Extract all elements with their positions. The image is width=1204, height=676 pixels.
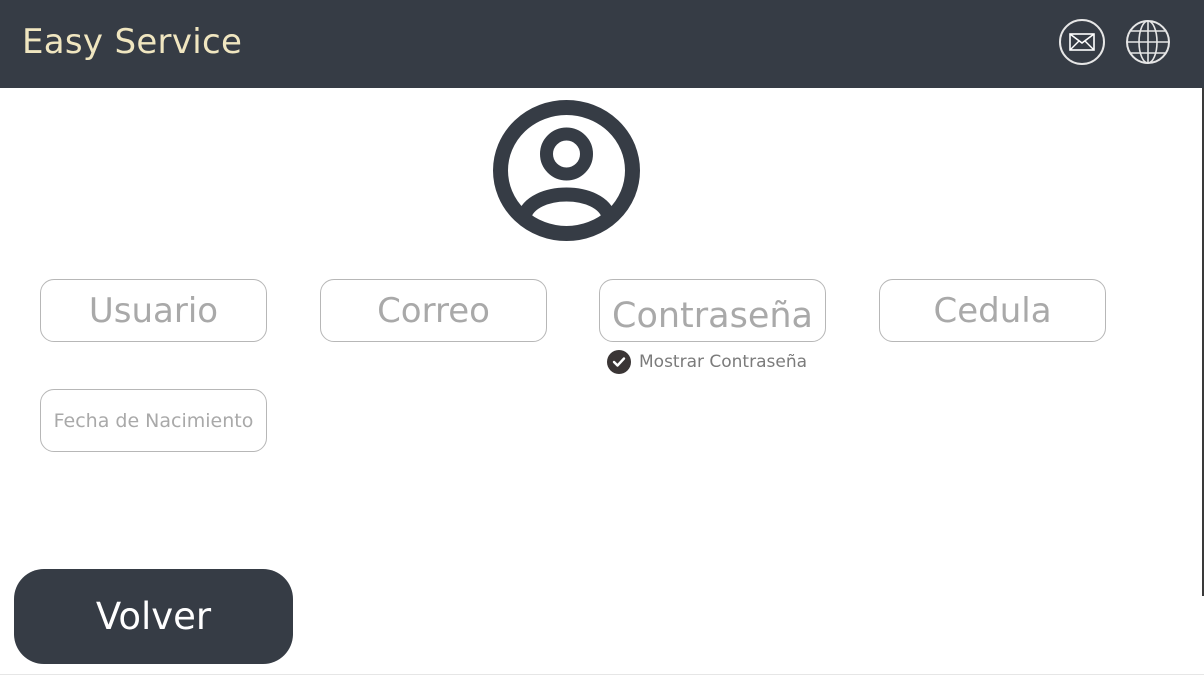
cedula-input[interactable]: Cedula [879,279,1106,342]
mail-icon [1069,33,1095,51]
usuario-placeholder: Usuario [88,290,219,331]
registration-screen: Easy Service Usuario Correo Contraseña C… [0,0,1204,676]
language-button[interactable] [1125,19,1171,65]
birthdate-input[interactable]: Fecha de Nacimiento [40,389,267,452]
globe-icon [1126,20,1170,64]
app-title: Easy Service [22,22,243,62]
user-avatar-icon [493,100,640,241]
show-password-label: Mostrar Contraseña [639,352,808,372]
header-bar: Easy Service [0,0,1204,88]
usuario-input[interactable]: Usuario [40,279,267,342]
password-input[interactable]: Contraseña [599,279,826,342]
cedula-placeholder: Cedula [933,290,1052,331]
birthdate-placeholder: Fecha de Nacimiento [53,409,254,432]
mail-button[interactable] [1059,19,1105,65]
check-circle-icon[interactable] [607,350,631,374]
back-button[interactable]: Volver [14,569,293,664]
show-password-toggle[interactable]: Mostrar Contraseña [607,350,807,374]
checkmark-icon [612,357,626,367]
correo-placeholder: Correo [377,290,490,331]
correo-input[interactable]: Correo [320,279,547,342]
password-placeholder: Contraseña [612,295,813,336]
bottom-divider [0,674,1204,675]
